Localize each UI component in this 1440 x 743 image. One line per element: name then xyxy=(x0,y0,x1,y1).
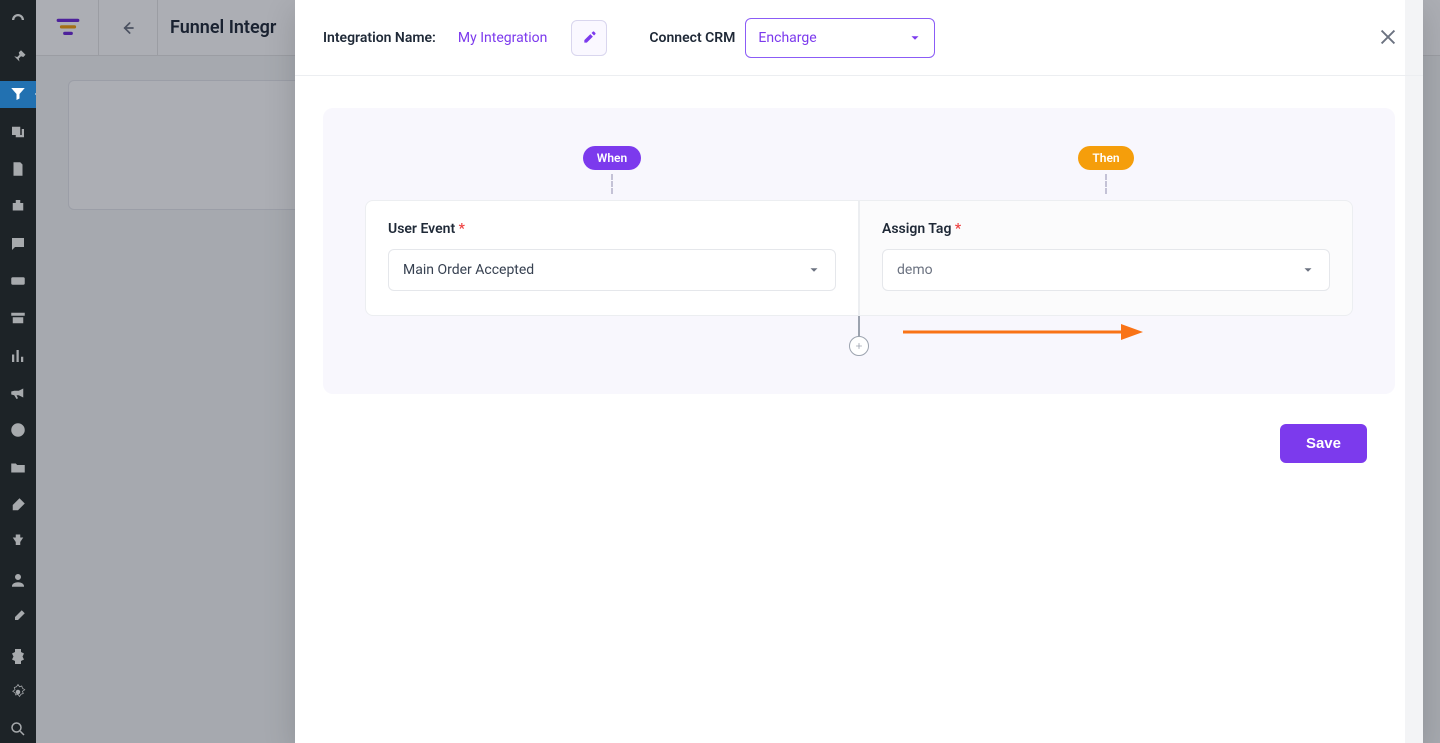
menu-folder-icon[interactable] xyxy=(0,454,36,481)
plus-icon xyxy=(854,341,864,351)
assign-tag-value: demo xyxy=(897,262,933,278)
pill-row: When Then xyxy=(365,146,1353,194)
crm-select[interactable]: Encharge xyxy=(745,18,935,58)
menu-analytics-icon[interactable] xyxy=(0,342,36,369)
when-pill-holder: When xyxy=(365,146,859,194)
when-pill: When xyxy=(583,146,641,170)
crm-selected-value: Encharge xyxy=(758,30,816,46)
user-event-select[interactable]: Main Order Accepted xyxy=(388,249,836,291)
menu-pin-icon[interactable] xyxy=(0,43,36,70)
modal-header: Integration Name: My Integration Connect… xyxy=(295,0,1423,76)
user-event-label-text: User Event xyxy=(388,221,455,237)
when-connector-dash xyxy=(611,174,613,194)
menu-tools-icon[interactable] xyxy=(0,604,36,631)
menu-dashboard-icon[interactable] xyxy=(0,6,36,33)
then-panel: Assign Tag * demo xyxy=(859,200,1353,316)
menu-settings-icon[interactable] xyxy=(0,641,36,668)
user-event-label: User Event * xyxy=(388,221,836,237)
save-button[interactable]: Save xyxy=(1280,424,1367,463)
integration-modal: Integration Name: My Integration Connect… xyxy=(295,0,1423,743)
chevron-down-icon xyxy=(908,31,922,45)
menu-brush-icon[interactable] xyxy=(0,491,36,518)
menu-megaphone-icon[interactable] xyxy=(0,379,36,406)
then-connector-dash xyxy=(1105,174,1107,194)
menu-woo-icon[interactable] xyxy=(0,267,36,294)
connect-crm-group: Connect CRM Encharge xyxy=(649,18,935,58)
integration-name-value: My Integration xyxy=(458,30,548,46)
menu-cog-icon[interactable] xyxy=(0,678,36,705)
then-pill-holder: Then xyxy=(859,146,1353,194)
menu-search-icon[interactable] xyxy=(0,716,36,743)
rule-connector xyxy=(365,316,1353,346)
menu-plugins-icon[interactable] xyxy=(0,529,36,556)
menu-users-icon[interactable] xyxy=(0,566,36,593)
then-pill: Then xyxy=(1078,146,1133,170)
edit-name-button[interactable] xyxy=(571,20,607,56)
when-panel: User Event * Main Order Accepted xyxy=(365,200,859,316)
menu-archive-icon[interactable] xyxy=(0,305,36,332)
rule-panels: User Event * Main Order Accepted Assign … xyxy=(365,200,1353,316)
integration-name-label: Integration Name: xyxy=(323,30,436,46)
menu-media-icon[interactable] xyxy=(0,118,36,145)
assign-tag-label-text: Assign Tag xyxy=(882,221,951,237)
required-asterisk: * xyxy=(459,221,465,237)
flow-area: When Then User Event * Main Order Accept… xyxy=(295,76,1423,743)
menu-pages-icon[interactable] xyxy=(0,155,36,182)
menu-funnel-icon[interactable] xyxy=(0,81,36,108)
chevron-down-icon xyxy=(807,263,821,277)
chevron-down-icon xyxy=(1301,263,1315,277)
connector-line xyxy=(858,316,860,338)
connect-crm-label: Connect CRM xyxy=(649,30,735,46)
assign-tag-select[interactable]: demo xyxy=(882,249,1330,291)
required-asterisk: * xyxy=(955,221,961,237)
close-icon xyxy=(1377,26,1399,48)
menu-robot-icon[interactable] xyxy=(0,193,36,220)
pencil-icon xyxy=(581,30,597,46)
assign-tag-label: Assign Tag * xyxy=(882,221,1330,237)
wp-admin-sidebar xyxy=(0,0,36,743)
add-rule-button[interactable] xyxy=(849,336,869,356)
menu-comments-icon[interactable] xyxy=(0,230,36,257)
close-button[interactable] xyxy=(1377,26,1401,50)
flow-card: When Then User Event * Main Order Accept… xyxy=(323,108,1395,394)
user-event-value: Main Order Accepted xyxy=(403,262,534,278)
menu-elementor-icon[interactable] xyxy=(0,417,36,444)
modal-scrollbar-track[interactable] xyxy=(1405,0,1423,743)
save-row: Save xyxy=(323,394,1395,463)
